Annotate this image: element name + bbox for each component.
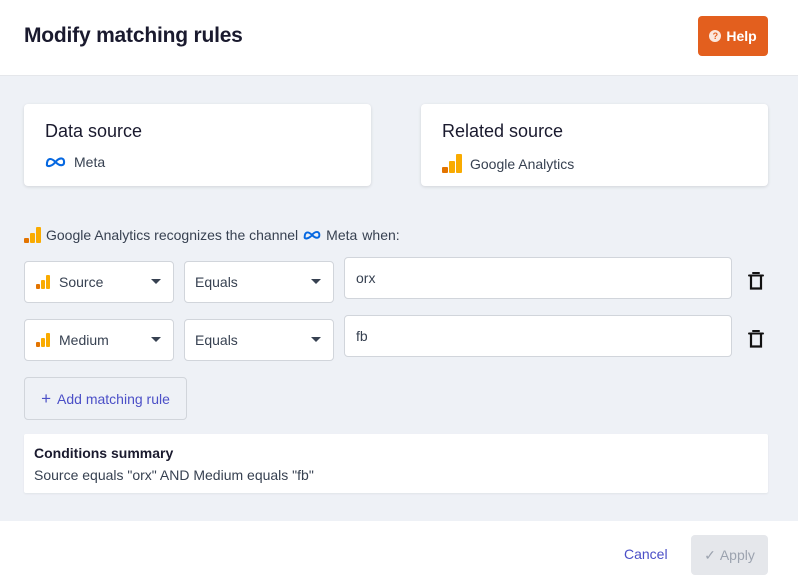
rule-2-field-label: Medium [59, 332, 109, 348]
rule-1-operator-label: Equals [195, 274, 238, 290]
rule-2-operator-label: Equals [195, 332, 238, 348]
chevron-down-icon [151, 279, 161, 284]
data-source-name: Meta [74, 154, 106, 170]
related-source-title: Related source [442, 121, 564, 141]
conditions-summary-title: Conditions summary [34, 445, 174, 461]
add-matching-rule-button[interactable]: + Add matching rule [24, 377, 187, 420]
rule-1-value-input[interactable]: orx [344, 257, 732, 299]
plus-icon: + [41, 389, 52, 408]
apply-button[interactable]: ✓ Apply [691, 535, 768, 575]
google-analytics-icon [442, 154, 462, 173]
data-source-card: Data source Meta [24, 104, 371, 186]
trash-icon[interactable] [747, 271, 765, 291]
help-label: Help [726, 28, 757, 44]
rule-2-field-select[interactable]: Medium [24, 319, 174, 361]
conditions-summary: Conditions summary Source equals "orx" A… [24, 434, 768, 493]
recognition-suffix: when: [362, 227, 400, 243]
related-source-value: Google Analytics [442, 154, 574, 173]
google-analytics-icon [36, 333, 50, 347]
data-source-value: Meta [45, 154, 105, 170]
rule-1-operator-select[interactable]: Equals [184, 261, 334, 303]
rule-1-field-select[interactable]: Source [24, 261, 174, 303]
meta-icon [45, 157, 66, 168]
related-source-card: Related source Google Analytics [421, 104, 768, 186]
help-icon: ? [709, 30, 722, 42]
chevron-down-icon [311, 279, 321, 284]
recognition-prefix: Google Analytics recognizes the channel [46, 227, 299, 243]
dialog-title: Modify matching rules [24, 24, 243, 47]
dialog-header: Modify matching rules ? Help [0, 0, 798, 76]
google-analytics-icon [36, 275, 50, 289]
conditions-summary-text: Source equals "orx" AND Medium equals "f… [34, 467, 314, 483]
add-matching-rule-label: Add matching rule [57, 390, 170, 407]
meta-icon [303, 230, 321, 240]
google-analytics-icon [24, 227, 41, 243]
trash-icon[interactable] [747, 329, 765, 349]
check-icon: ✓ [704, 546, 716, 563]
apply-label: Apply [719, 547, 755, 563]
help-button[interactable]: ? Help [698, 16, 768, 56]
rule-2-value-input[interactable]: fb [344, 315, 732, 357]
chevron-down-icon [311, 337, 321, 342]
recognition-channel: Meta [326, 227, 358, 243]
rule-1-field-label: Source [59, 274, 104, 290]
rule-2-operator-select[interactable]: Equals [184, 319, 334, 361]
recognition-sentence: Google Analytics recognizes the channel … [24, 227, 400, 243]
data-source-title: Data source [45, 121, 143, 141]
chevron-down-icon [151, 337, 161, 342]
related-source-name: Google Analytics [470, 155, 575, 172]
cancel-button[interactable]: Cancel [624, 546, 668, 562]
